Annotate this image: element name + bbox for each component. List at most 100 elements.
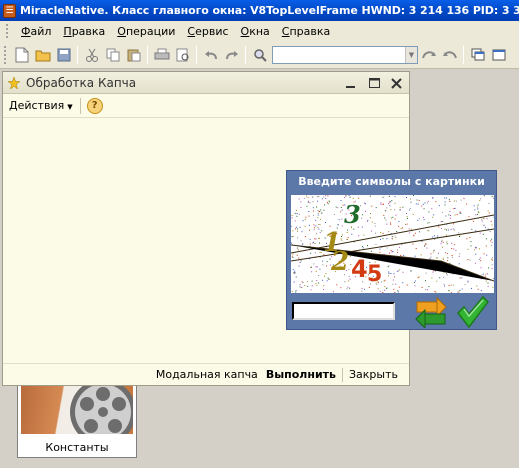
captcha-noise-dot [458, 291, 460, 293]
captcha-input[interactable] [292, 302, 395, 320]
captcha-noise-dot [467, 248, 469, 250]
captcha-noise-dot [294, 212, 296, 214]
refresh-icon[interactable] [415, 296, 447, 328]
actions-label: Действия [9, 99, 65, 112]
captcha-noise-dot [448, 199, 450, 201]
captcha-noise-dot [309, 243, 311, 245]
captcha-noise-dot [443, 283, 445, 285]
copy-icon[interactable] [102, 44, 123, 65]
menu-help[interactable]: Справка [276, 25, 336, 38]
captcha-noise-dot [474, 209, 476, 211]
captcha-noise-dot [443, 276, 445, 278]
captcha-noise-dot [370, 250, 372, 252]
captcha-noise-dot [459, 289, 461, 291]
find-prev-icon[interactable] [439, 44, 460, 65]
redo-icon[interactable] [221, 44, 242, 65]
captcha-noise-dot [444, 197, 446, 199]
paste-icon[interactable] [123, 44, 144, 65]
captcha-noise-dot [327, 195, 329, 197]
captcha-noise-dot [313, 215, 315, 217]
chevron-down-icon: ▼ [67, 103, 73, 111]
captcha-noise-dot [336, 284, 338, 286]
print-icon[interactable] [151, 44, 172, 65]
captcha-noise-dot [491, 224, 493, 226]
minimize-icon[interactable] [342, 75, 360, 91]
captcha-noise-dot [326, 201, 328, 203]
captcha-noise-dot [333, 214, 335, 215]
captcha-noise-dot [484, 275, 486, 277]
captcha-noise-dot [485, 280, 487, 282]
checkmark-icon[interactable] [455, 295, 489, 329]
captcha-noise-dot [358, 197, 360, 199]
captcha-noise-dot [474, 262, 476, 264]
menu-service[interactable]: Сервис [181, 25, 234, 38]
new-document-icon[interactable] [11, 44, 32, 65]
captcha-noise-dot [318, 237, 320, 239]
search-icon[interactable] [249, 44, 270, 65]
captcha-noise-dot [428, 230, 430, 232]
captcha-noise-dot [426, 202, 428, 204]
help-button[interactable]: ? [86, 97, 103, 114]
captcha-noise-dot [399, 207, 401, 209]
captcha-noise-dot [324, 204, 325, 206]
toolbar-separator [147, 45, 148, 64]
actions-menu-button[interactable]: Действия ▼ [9, 99, 73, 112]
captcha-noise-dot [390, 209, 392, 211]
run-button[interactable]: Выполнить [262, 368, 340, 381]
captcha-noise-dot [447, 229, 449, 231]
captcha-noise-dot [380, 202, 382, 204]
captcha-noise-dot [326, 261, 328, 263]
close-button[interactable]: Закрыть [345, 368, 402, 381]
captcha-noise-dot [298, 213, 300, 215]
captcha-noise-dot [292, 269, 294, 271]
captcha-noise-dot [472, 220, 474, 222]
close-icon[interactable] [387, 75, 405, 91]
captcha-noise-dot [468, 216, 470, 218]
captcha-noise-dot [414, 232, 416, 234]
save-icon[interactable] [53, 44, 74, 65]
cut-icon[interactable] [81, 44, 102, 65]
chevron-down-icon[interactable]: ▼ [405, 46, 417, 63]
captcha-noise-dot [303, 197, 305, 199]
captcha-noise-dot [379, 251, 381, 253]
captcha-noise-dot [371, 221, 373, 223]
captcha-noise-dot [425, 272, 427, 274]
menu-windows[interactable]: Окна [235, 25, 276, 38]
captcha-noise-dot [428, 286, 430, 288]
captcha-noise-dot [390, 250, 392, 251]
captcha-noise-dot [480, 198, 482, 200]
captcha-noise-dot [291, 236, 293, 238]
captcha-noise-dot [292, 253, 294, 255]
captcha-noise-dot [315, 219, 317, 221]
captcha-noise-dot [351, 233, 353, 235]
menu-edit[interactable]: Правка [57, 25, 111, 38]
captcha-noise-dot [392, 251, 394, 252]
window-icon[interactable] [488, 44, 509, 65]
toolbar-grip [4, 45, 7, 64]
captcha-noise-dot [417, 203, 419, 205]
modal-captcha-button[interactable]: Модальная капча [152, 368, 262, 381]
search-input[interactable]: ▼ [272, 45, 418, 64]
captcha-noise-dot [492, 259, 494, 261]
captcha-noise-dot [413, 282, 415, 284]
menu-file[interactable]: Файл [15, 25, 57, 38]
captcha-noise-dot [291, 215, 293, 216]
menu-operations[interactable]: Операции [111, 25, 181, 38]
captcha-noise-dot [380, 232, 382, 233]
shortcut-constants[interactable]: Константы [17, 386, 137, 458]
find-next-icon[interactable] [418, 44, 439, 65]
captcha-noise-dot [440, 243, 442, 245]
form-titlebar: Обработка Капча [3, 72, 409, 94]
captcha-noise-dot [446, 241, 448, 243]
captcha-noise-dot [427, 200, 429, 202]
print-preview-icon[interactable] [172, 44, 193, 65]
captcha-noise-dot [398, 221, 400, 223]
captcha-noise-dot [380, 203, 382, 205]
captcha-noise-dot [292, 235, 294, 237]
menu-bar: Файл Правка Операции Сервис Окна Справка [0, 21, 519, 41]
captcha-noise-dot [346, 288, 348, 290]
undo-icon[interactable] [200, 44, 221, 65]
maximize-icon[interactable] [366, 75, 384, 91]
open-folder-icon[interactable] [32, 44, 53, 65]
windows-icon[interactable] [467, 44, 488, 65]
